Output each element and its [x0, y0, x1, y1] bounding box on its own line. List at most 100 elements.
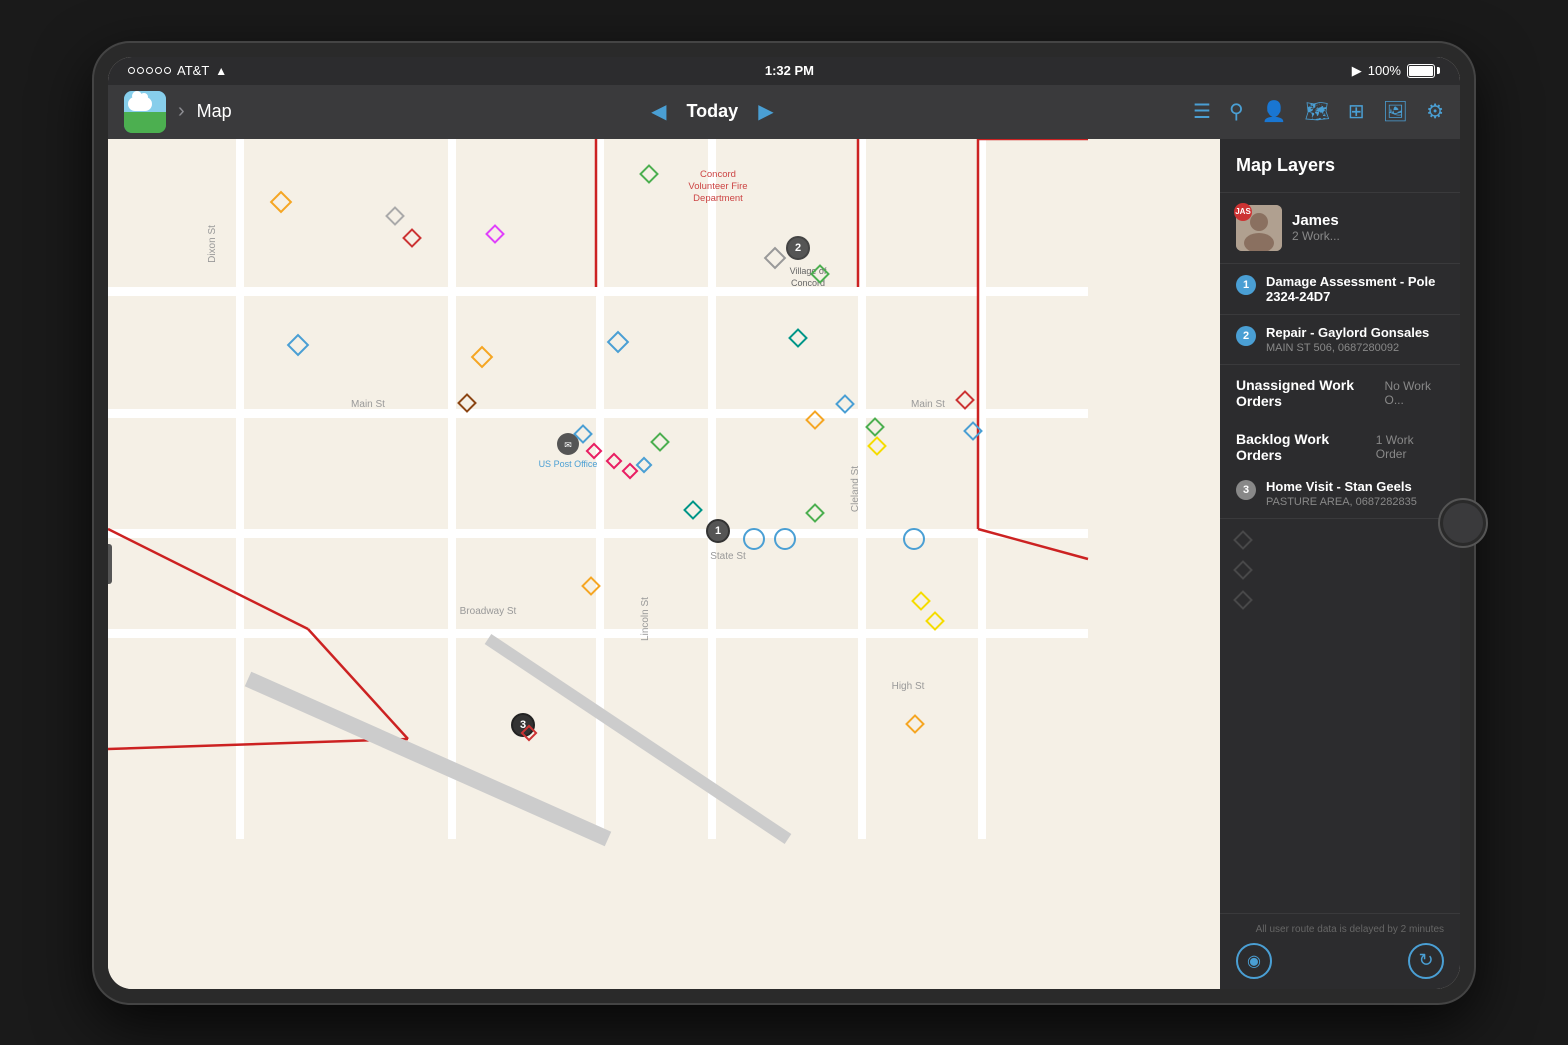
- prev-button[interactable]: ◀: [651, 99, 666, 124]
- nav-date: Today: [687, 101, 739, 122]
- locate-button[interactable]: ◉: [1236, 943, 1272, 979]
- panel-decorative: [1220, 519, 1460, 913]
- user-avatar-container: JAS: [1236, 205, 1282, 251]
- marker-brown-1[interactable]: [457, 393, 477, 413]
- backlog-count: 1 Work Order: [1376, 433, 1444, 461]
- marker-blue-4[interactable]: [963, 421, 983, 441]
- circle-marker-2[interactable]: [774, 528, 796, 550]
- work-title-2: Repair - Gaylord Gonsales: [1266, 325, 1444, 340]
- marker-pink-1[interactable]: [485, 224, 505, 244]
- photo-icon[interactable]: 🖼: [1383, 99, 1408, 124]
- marker-pink-3[interactable]: [606, 452, 623, 469]
- marker-orange-4[interactable]: [581, 576, 601, 596]
- svg-text:US Post Office: US Post Office: [539, 459, 598, 469]
- battery-body: [1407, 64, 1435, 78]
- marker-blue-5[interactable]: [573, 424, 593, 444]
- svg-text:High St: High St: [892, 681, 925, 692]
- svg-text:Department: Department: [693, 193, 743, 204]
- svg-text:Lincoln St: Lincoln St: [640, 596, 651, 640]
- work-details-1: Damage Assessment - Pole 2324-24D7: [1266, 274, 1444, 304]
- people-icon[interactable]: 👤: [1262, 99, 1287, 124]
- marker-orange-1[interactable]: [270, 190, 293, 213]
- wifi-icon: ▲: [215, 64, 227, 78]
- carrier-label: AT&T: [177, 63, 209, 78]
- signal-dot-1: [128, 67, 135, 74]
- marker-orange-3[interactable]: [805, 410, 825, 430]
- marker-green-3[interactable]: [865, 417, 885, 437]
- grid-icon[interactable]: ⊞: [1348, 99, 1365, 124]
- panel-footer: All user route data is delayed by 2 minu…: [1220, 913, 1460, 989]
- user-name: James: [1292, 212, 1444, 229]
- left-edge-button: [108, 544, 112, 584]
- backlog-section-header: Backlog Work Orders 1 Work Order: [1220, 415, 1460, 469]
- map-svg: Dixon St Main St Main St Lincoln St Broa…: [108, 139, 1220, 989]
- refresh-icon: ↻: [1418, 950, 1433, 971]
- work-item-1[interactable]: 1 Damage Assessment - Pole 2324-24D7: [1220, 264, 1460, 315]
- next-button[interactable]: ▶: [758, 99, 773, 124]
- status-right: ▶ 100%: [1352, 63, 1440, 79]
- nav-title: Map: [197, 101, 232, 122]
- user-section[interactable]: JAS: [1220, 193, 1460, 264]
- user-badge-text: JAS: [1235, 207, 1251, 216]
- location-arrow-icon: ▶: [1352, 63, 1362, 79]
- svg-text:Volunteer Fire: Volunteer Fire: [688, 181, 747, 192]
- settings-icon[interactable]: ⚙: [1426, 99, 1444, 124]
- unassigned-label: Unassigned Work Orders: [1236, 377, 1380, 409]
- marker-green-1[interactable]: [639, 164, 659, 184]
- breadcrumb-chevron-icon: ›: [178, 100, 185, 123]
- svg-text:Main St: Main St: [351, 399, 385, 410]
- marker-red-2[interactable]: [955, 390, 975, 410]
- marker-green-5[interactable]: [805, 503, 825, 523]
- nav-icons: ☰ ⚲ 👤 🗺 ⊞ 🖼 ⚙: [1193, 99, 1444, 124]
- list-icon[interactable]: ☰: [1193, 99, 1211, 124]
- marker-yellow-2[interactable]: [911, 591, 931, 611]
- signal-dot-3: [146, 67, 153, 74]
- status-bar: AT&T ▲ 1:32 PM ▶ 100%: [108, 57, 1460, 85]
- marker-teal-2[interactable]: [683, 500, 703, 520]
- main-content: Dixon St Main St Main St Lincoln St Broa…: [108, 139, 1460, 989]
- marker-gray-1[interactable]: [385, 206, 405, 226]
- home-button[interactable]: [1438, 498, 1488, 548]
- signal-dots: [128, 67, 171, 74]
- backlog-number-3: 3: [1236, 480, 1256, 500]
- work-subtitle-2: MAIN ST 506, 0687280092: [1266, 342, 1444, 354]
- signal-dot-5: [164, 67, 171, 74]
- unassigned-count: No Work O...: [1384, 379, 1444, 407]
- marker-orange-5[interactable]: [905, 714, 925, 734]
- cloud-shape: [128, 97, 152, 111]
- work-number-1: 1: [1236, 275, 1256, 295]
- backlog-item-1[interactable]: 3 Home Visit - Stan Geels PASTURE AREA, …: [1220, 469, 1460, 519]
- marker-yellow-1[interactable]: [867, 436, 887, 456]
- app-icon: [124, 91, 166, 133]
- battery-fill: [1409, 66, 1433, 76]
- svg-text:Main St: Main St: [911, 399, 945, 410]
- marker-blue-2[interactable]: [607, 330, 630, 353]
- status-left: AT&T ▲: [128, 63, 227, 78]
- marker-orange-2[interactable]: [471, 345, 494, 368]
- svg-text:✉: ✉: [564, 440, 572, 450]
- marker-pink-2[interactable]: [586, 442, 603, 459]
- badge-1: 1: [706, 519, 730, 543]
- marker-yellow-3[interactable]: [925, 611, 945, 631]
- user-info: James 2 Work...: [1292, 212, 1444, 243]
- pin-icon[interactable]: ⚲: [1229, 99, 1244, 124]
- circle-marker-3[interactable]: [903, 528, 925, 550]
- refresh-button[interactable]: ↻: [1408, 943, 1444, 979]
- marker-red-1[interactable]: [402, 228, 422, 248]
- marker-green-2[interactable]: [810, 264, 830, 284]
- map-area[interactable]: Dixon St Main St Main St Lincoln St Broa…: [108, 139, 1220, 989]
- backlog-label: Backlog Work Orders: [1236, 431, 1372, 463]
- work-number-2: 2: [1236, 326, 1256, 346]
- marker-teal-1[interactable]: [788, 328, 808, 348]
- work-item-2[interactable]: 2 Repair - Gaylord Gonsales MAIN ST 506,…: [1220, 315, 1460, 365]
- footer-icons: ◉ ↻: [1236, 943, 1444, 979]
- locate-icon: ◉: [1247, 951, 1261, 971]
- marker-green-4[interactable]: [650, 432, 670, 452]
- marker-blue-3[interactable]: [835, 394, 855, 414]
- svg-text:Concord: Concord: [700, 169, 736, 180]
- marker-blue-1[interactable]: [287, 333, 310, 356]
- app-icon-inner: [124, 91, 166, 133]
- circle-marker-1[interactable]: [743, 528, 765, 550]
- map-icon[interactable]: 🗺: [1305, 99, 1330, 124]
- svg-text:Dixon St: Dixon St: [207, 224, 218, 262]
